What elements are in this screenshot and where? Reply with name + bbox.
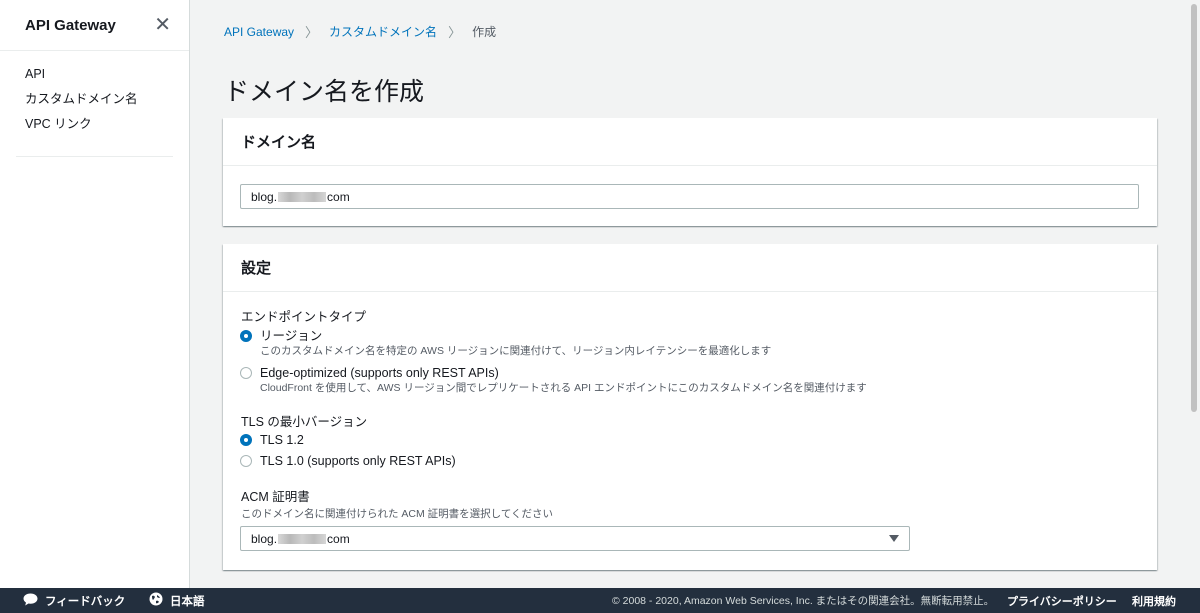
sidebar-item-custom-domain-names[interactable]: カスタムドメイン名 <box>16 90 173 115</box>
breadcrumb-link-api-gateway[interactable]: API Gateway <box>224 25 294 39</box>
sidebar-title: API Gateway <box>25 16 116 34</box>
radio-description: このカスタムドメイン名を特定の AWS リージョンに関連付けて、リージョン内レイ… <box>260 345 772 357</box>
domain-name-panel: ドメイン名 blog. com <box>223 118 1157 226</box>
radio-label: TLS 1.2 <box>260 433 304 447</box>
radio-label: リージョン <box>260 329 323 343</box>
endpoint-radio-edge-optimized[interactable]: Edge-optimized (supports only REST APIs)… <box>240 365 867 396</box>
breadcrumb-current: 作成 <box>472 25 497 39</box>
footer: フィードバック 日本語 © 2008 - 2020, Amazon Web Se… <box>0 588 1200 613</box>
radio-text: TLS 1.2 <box>260 432 304 448</box>
copyright-text: © 2008 - 2020, Amazon Web Services, Inc.… <box>612 595 995 607</box>
radio-label: Edge-optimized (supports only REST APIs) <box>260 366 499 380</box>
radio-button[interactable] <box>240 367 252 379</box>
chevron-right-icon: 〉 <box>448 25 462 40</box>
acm-certificate-label: ACM 証明書 <box>241 490 310 504</box>
chevron-right-icon: 〉 <box>305 25 319 40</box>
settings-panel: 設定 エンドポイントタイプ リージョン このカスタムドメイン名を特定の AWS … <box>223 244 1157 570</box>
caret-down-icon <box>889 535 899 542</box>
redacted-text <box>278 534 327 545</box>
privacy-policy-link[interactable]: プライバシーポリシー <box>1007 593 1117 609</box>
breadcrumb: API Gateway 〉 カスタムドメイン名 〉 作成 <box>224 22 496 41</box>
radio-label: TLS 1.0 (supports only REST APIs) <box>260 454 456 468</box>
speech-bubble-icon <box>23 593 38 609</box>
sidebar: API Gateway ✕ API カスタムドメイン名 VPC リンク <box>0 0 190 588</box>
panel-header: ドメイン名 <box>223 118 1157 166</box>
endpoint-radio-regional[interactable]: リージョン このカスタムドメイン名を特定の AWS リージョンに関連付けて、リー… <box>240 328 771 359</box>
main-content: API Gateway 〉 カスタムドメイン名 〉 作成 ドメイン名を作成 ドメ… <box>191 0 1188 588</box>
tls-radio-1-0[interactable]: TLS 1.0 (supports only REST APIs) <box>240 453 456 469</box>
language-selector[interactable]: 日本語 <box>149 592 205 609</box>
radio-text: TLS 1.0 (supports only REST APIs) <box>260 453 456 469</box>
radio-text: Edge-optimized (supports only REST APIs)… <box>260 365 867 396</box>
globe-icon <box>149 592 163 609</box>
radio-text: リージョン このカスタムドメイン名を特定の AWS リージョンに関連付けて、リー… <box>260 328 771 359</box>
tls-radio-1-2[interactable]: TLS 1.2 <box>240 432 304 448</box>
language-label: 日本語 <box>170 595 205 608</box>
sidebar-item-vpc-links[interactable]: VPC リンク <box>16 115 173 140</box>
feedback-label: フィードバック <box>45 595 126 608</box>
sidebar-header: API Gateway ✕ <box>0 0 189 51</box>
sidebar-nav: API カスタムドメイン名 VPC リンク <box>16 51 173 157</box>
input-value-prefix: blog. <box>251 189 278 204</box>
feedback-button[interactable]: フィードバック <box>23 593 125 609</box>
panel-header: 設定 <box>223 244 1157 292</box>
endpoint-type-label: エンドポイントタイプ <box>241 310 367 324</box>
input-value-suffix: com <box>327 189 350 204</box>
radio-button[interactable] <box>240 434 252 446</box>
radio-button[interactable] <box>240 330 252 342</box>
page-title: ドメイン名を作成 <box>224 78 425 106</box>
panel-title: ドメイン名 <box>241 134 317 151</box>
breadcrumb-link-custom-domain-names[interactable]: カスタムドメイン名 <box>329 23 437 40</box>
sidebar-item-api[interactable]: API <box>16 65 173 90</box>
tls-version-label: TLS の最小バージョン <box>241 415 368 429</box>
acm-certificate-select[interactable]: blog. com <box>240 526 910 551</box>
radio-description: CloudFront を使用して、AWS リージョン間でレプリケートされる AP… <box>260 382 867 394</box>
select-value-suffix: com <box>327 531 350 546</box>
domain-name-input[interactable]: blog. com <box>240 184 1139 209</box>
select-value: blog. com <box>251 532 350 546</box>
panel-title: 設定 <box>241 260 272 277</box>
terms-link[interactable]: 利用規約 <box>1132 593 1176 609</box>
close-icon[interactable]: ✕ <box>154 15 171 35</box>
radio-button[interactable] <box>240 455 252 467</box>
select-value-prefix: blog. <box>251 531 278 546</box>
scrollbar[interactable] <box>1188 0 1200 588</box>
redacted-text <box>278 191 327 202</box>
scrollbar-thumb[interactable] <box>1191 4 1197 412</box>
acm-certificate-description: このドメイン名に関連付けられた ACM 証明書を選択してください <box>241 508 554 520</box>
